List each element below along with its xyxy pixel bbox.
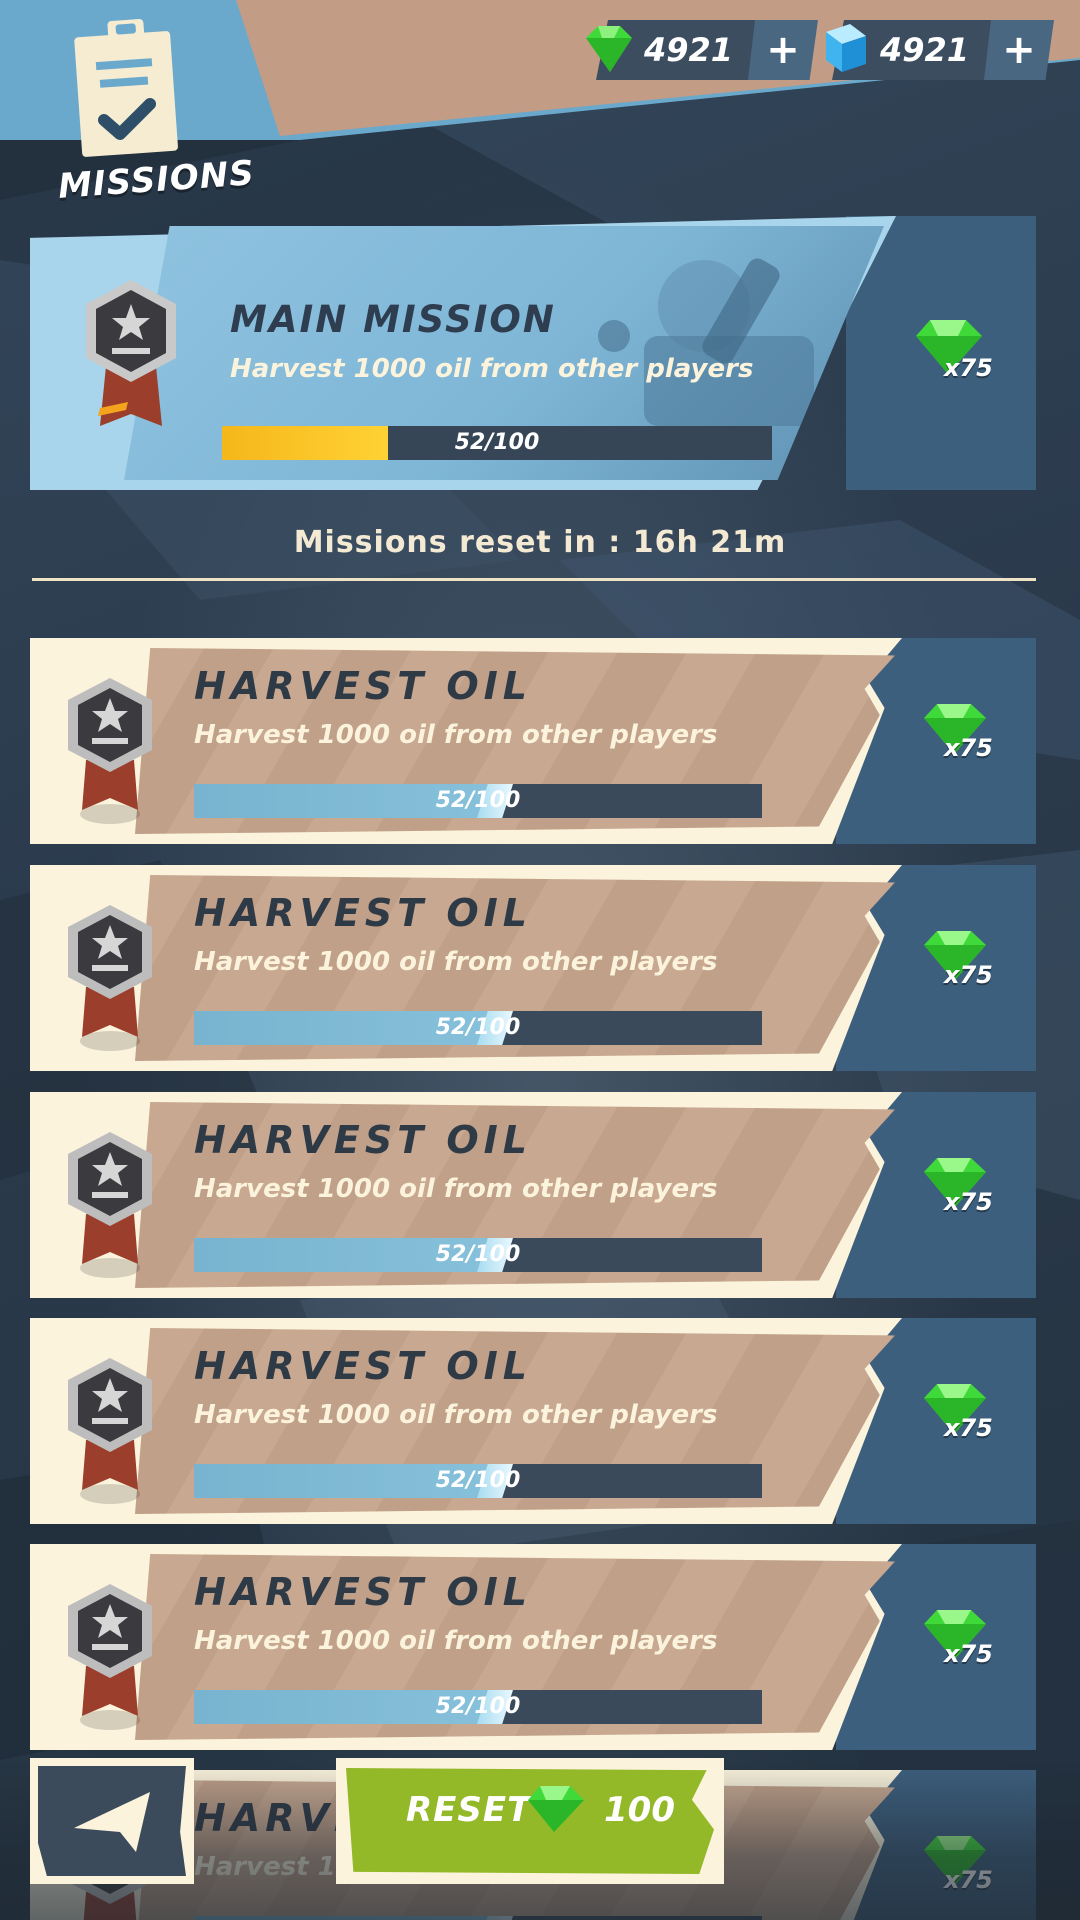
mission-progress-bar: 52/100 xyxy=(194,1464,762,1498)
mission-title: HARVEST OIL xyxy=(194,1570,533,1614)
reward-amount: x75 xyxy=(944,1640,993,1668)
reset-label: RESET xyxy=(406,1790,532,1830)
mission-description: Harvest 1000 oil from other players xyxy=(194,1174,718,1204)
main-mission-title: MAIN MISSION xyxy=(230,298,556,341)
back-arrow-icon xyxy=(74,1792,150,1852)
mission-progress-bar: 52/100 xyxy=(194,784,762,818)
progress-text: 52/100 xyxy=(435,1694,521,1719)
mission-title: HARVEST OIL xyxy=(194,1344,533,1388)
mission-row[interactable]: HARVEST OIL Harvest 1000 oil from other … xyxy=(30,865,1036,1071)
currency-amount: 4921 xyxy=(880,31,970,69)
mission-description: Harvest 1000 oil from other players xyxy=(194,1400,718,1430)
reward-amount: x75 xyxy=(944,1414,993,1442)
mission-row[interactable]: HARVEST OIL Harvest 1000 oil from other … xyxy=(30,638,1036,844)
currency-cubes: 4921 + xyxy=(812,20,1054,80)
progress-text: 52/100 xyxy=(435,1242,521,1267)
progress-text: 52/100 xyxy=(435,788,521,813)
reward-amount: x75 xyxy=(944,961,993,989)
rank-badge-icon xyxy=(60,901,160,1051)
reward-amount: x75 xyxy=(944,354,993,382)
clipboard-icon xyxy=(70,12,185,162)
mission-row[interactable]: HARVEST OIL Harvest 1000 oil from other … xyxy=(30,1544,1036,1750)
add-gems-button[interactable]: + xyxy=(748,20,818,80)
progress-text: 52/100 xyxy=(435,1015,521,1040)
main-mission-card[interactable]: MAIN MISSION Harvest 1000 oil from other… xyxy=(30,216,1036,490)
currency-amount: 4921 xyxy=(644,31,734,69)
mission-description: Harvest 1000 oil from other players xyxy=(194,1626,718,1656)
rank-badge-icon xyxy=(60,1128,160,1278)
mission-row[interactable]: HARVEST OIL Harvest 1000 oil from other … xyxy=(30,1092,1036,1298)
main-mission-description: Harvest 1000 oil from other players xyxy=(230,354,754,384)
divider xyxy=(32,578,1036,581)
reset-cost: 100 xyxy=(604,1790,675,1830)
rank-badge-icon xyxy=(60,1580,160,1730)
mission-title: HARVEST OIL xyxy=(194,664,533,708)
back-button[interactable] xyxy=(30,1758,194,1884)
add-cubes-button[interactable]: + xyxy=(984,20,1054,80)
currency-gems: 4921 + xyxy=(576,20,818,80)
blue-cube-icon xyxy=(812,16,876,80)
reward-amount: x75 xyxy=(944,734,993,762)
mission-row[interactable]: HARVEST OIL Harvest 1000 oil from other … xyxy=(30,1318,1036,1524)
mission-description: Harvest 1000 oil from other players xyxy=(194,947,718,977)
reward-amount: x75 xyxy=(944,1188,993,1216)
mission-description: Harvest 1000 oil from other players xyxy=(194,720,718,750)
progress-text: 52/100 xyxy=(435,1468,521,1493)
mission-progress-bar: 52/100 xyxy=(194,1690,762,1724)
green-gem-icon xyxy=(528,1786,584,1832)
main-mission-progress-bar: 52/100 xyxy=(222,426,772,460)
rank-badge xyxy=(76,276,186,436)
progress-text: 52/100 xyxy=(454,430,540,455)
green-gem-icon xyxy=(576,16,640,80)
missions-reset-timer: Missions reset in : 16h 21m xyxy=(293,525,787,560)
reset-button[interactable]: RESET 100 xyxy=(336,1758,724,1884)
mission-progress-bar: 52/100 xyxy=(194,1238,762,1272)
mission-title: HARVEST OIL xyxy=(194,891,533,935)
rank-badge-icon xyxy=(60,1354,160,1504)
rank-badge-icon xyxy=(60,674,160,824)
mission-progress-bar: 52/100 xyxy=(194,1011,762,1045)
mission-title: HARVEST OIL xyxy=(194,1118,533,1162)
